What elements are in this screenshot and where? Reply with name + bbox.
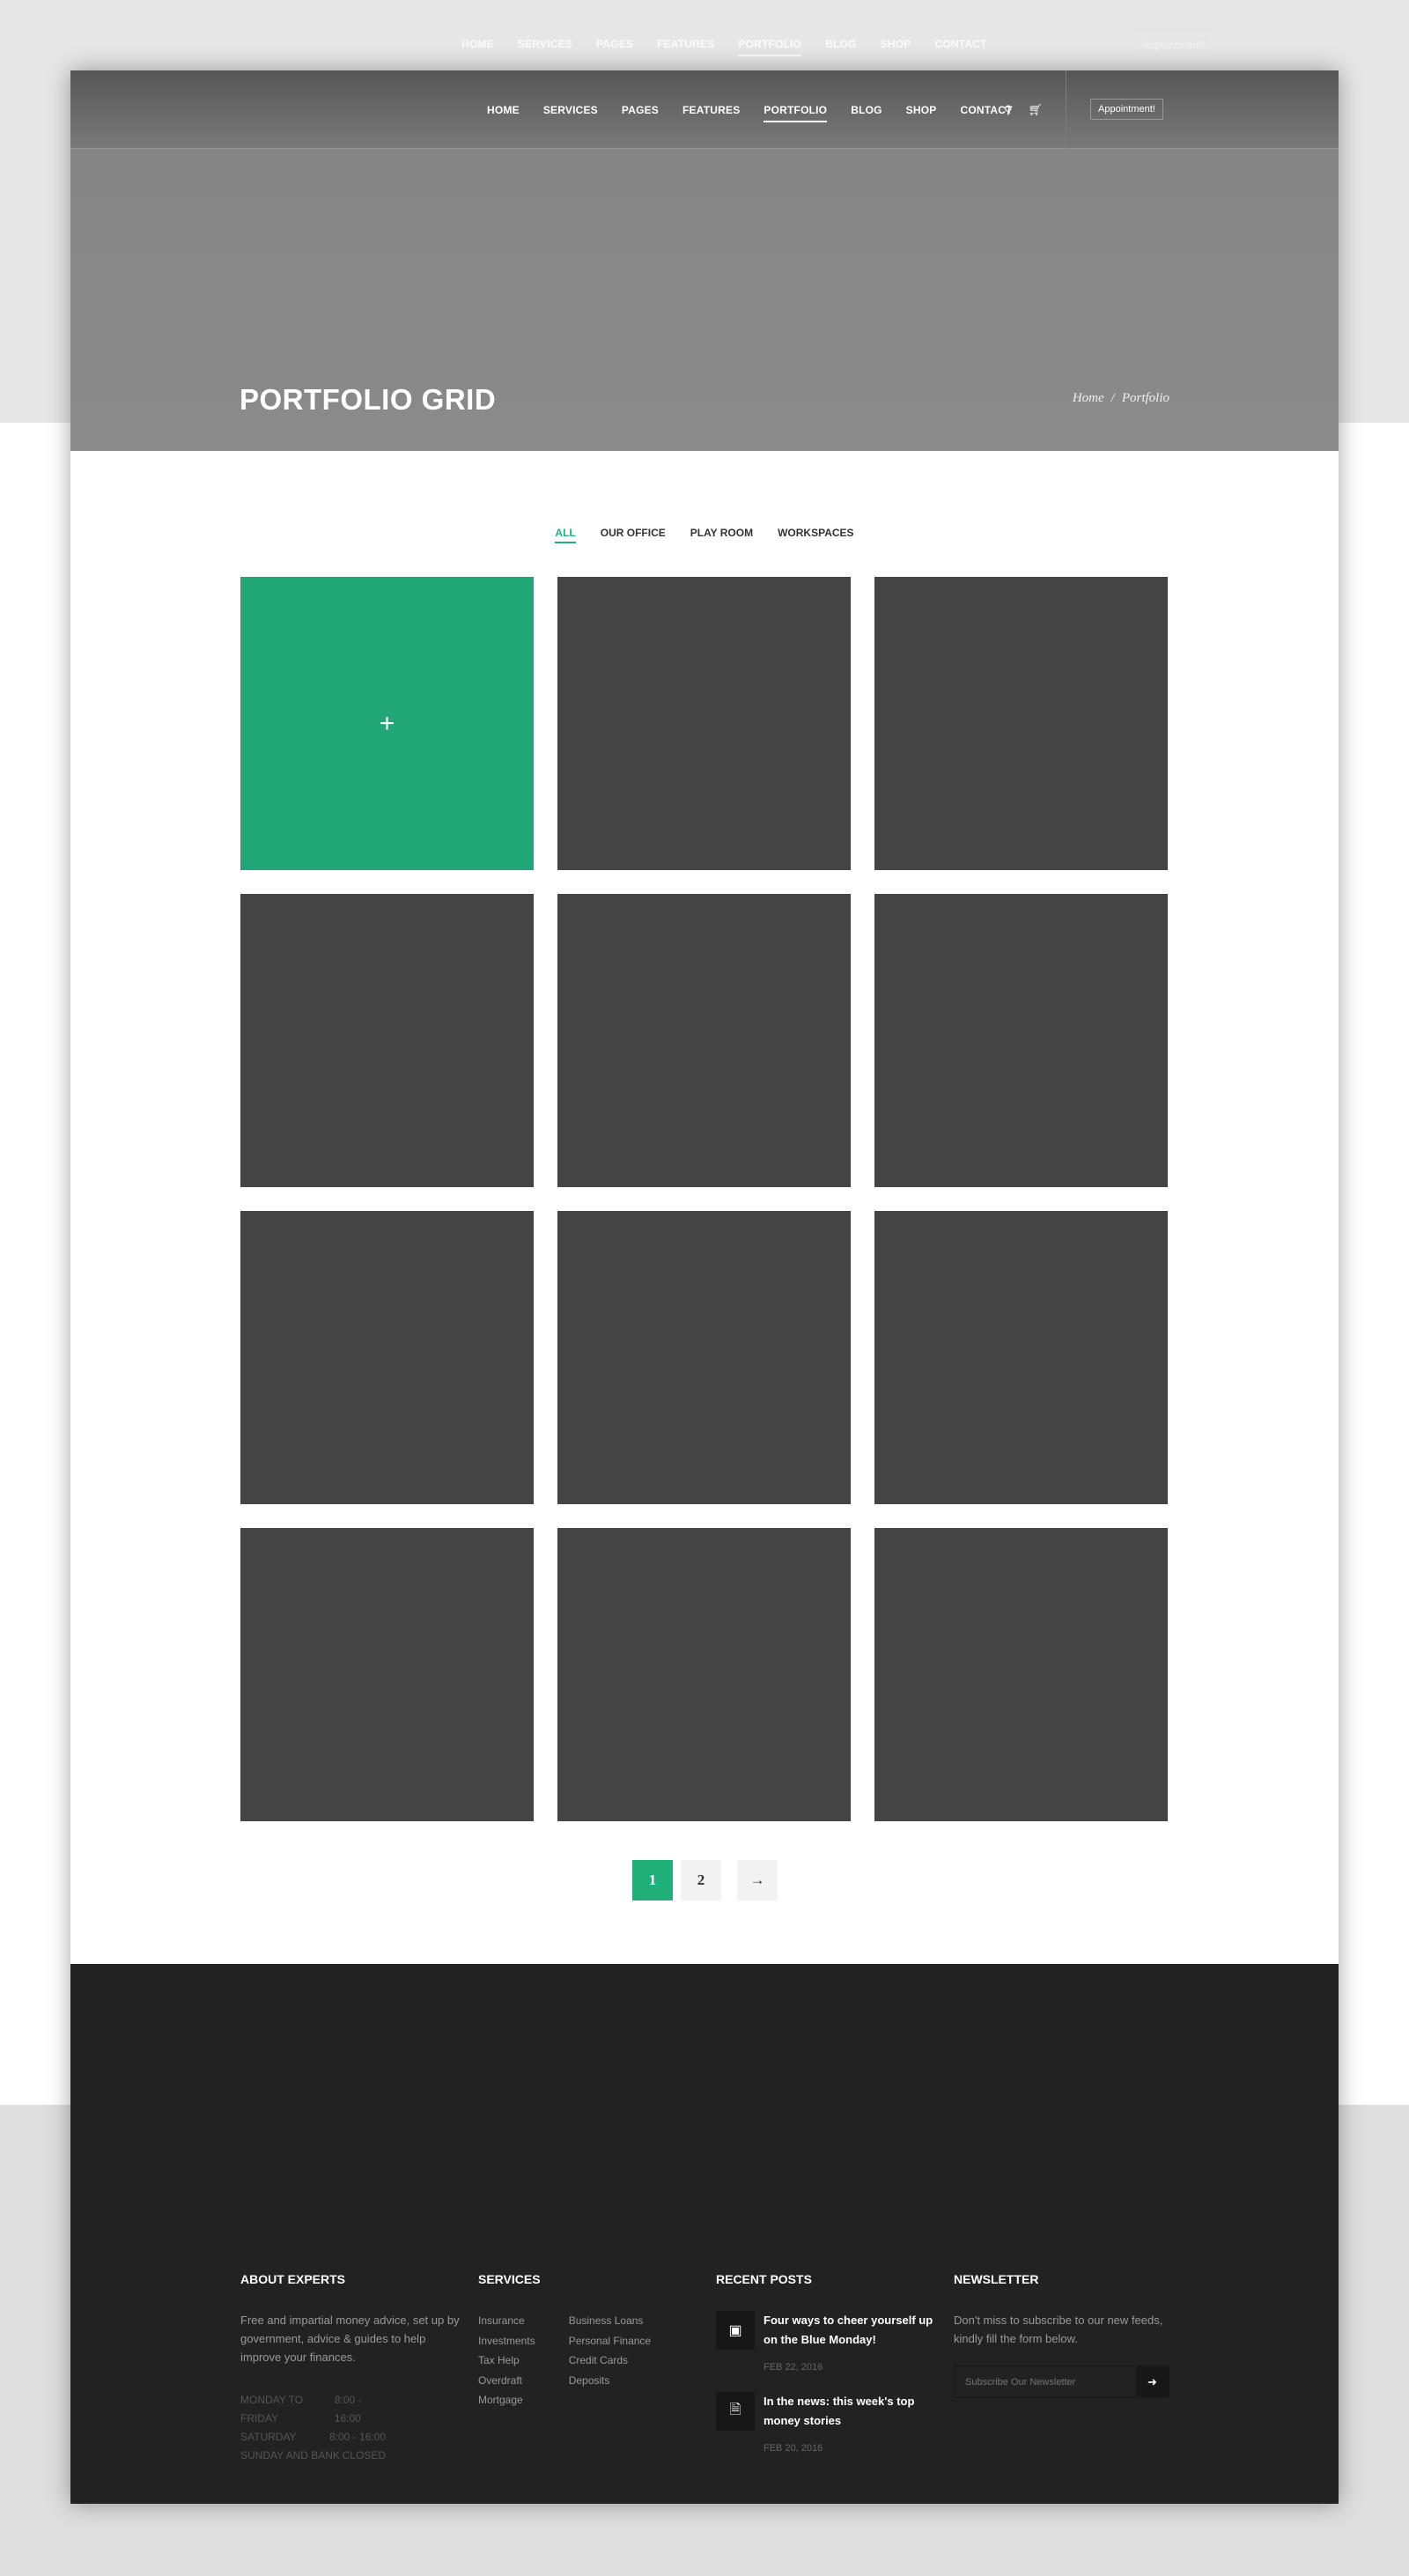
post-title[interactable]: In the news: this week's top money stori…: [764, 2392, 936, 2431]
breadcrumb-home[interactable]: Home: [1073, 391, 1104, 405]
nav-item-shop: SHOP: [880, 38, 911, 50]
nav-item-features: FEATURES: [657, 38, 715, 50]
hours-row: MONDAY TO FRIDAY 8:00 - 16:00: [240, 2391, 386, 2428]
main-nav: HOME SERVICES PAGES FEATURES PORTFOLIO BLOG SH…: [487, 100, 1036, 122]
breadcrumb-current: Portfolio: [1121, 391, 1169, 405]
post-item[interactable]: 🗎︎ In the news: this week's top money st…: [716, 2392, 936, 2454]
portfolio-item[interactable]: [557, 1211, 851, 1504]
service-link[interactable]: Investments: [478, 2331, 535, 2351]
portfolio-item[interactable]: [240, 1211, 534, 1504]
post-date: FEB 22, 2016: [764, 2362, 823, 2373]
service-link[interactable]: Overdraft: [478, 2371, 535, 2391]
portfolio-item[interactable]: [874, 1211, 1168, 1504]
background-nav: HOME SERVICES PAGES FEATURES PORTFOLIO BLOG SH…: [0, 33, 1409, 56]
nav-item-portfolio[interactable]: PORTFOLIO: [764, 100, 827, 122]
portfolio-item[interactable]: [557, 894, 851, 1187]
service-link[interactable]: Tax Help: [478, 2351, 535, 2371]
breadcrumb-separator: /: [1110, 391, 1115, 405]
portfolio-item[interactable]: [240, 1528, 534, 1821]
page-2-button[interactable]: 2: [681, 1860, 721, 1901]
breadcrumb: Home / Portfolio: [1073, 391, 1169, 406]
appointment-button[interactable]: Appointment!: [1090, 99, 1163, 120]
opening-hours: MONDAY TO FRIDAY 8:00 - 16:00 SATURDAY 8:00…: [240, 2391, 461, 2465]
footer: ABOUT EXPERTS Free and impartial money a…: [70, 1964, 1339, 2504]
background-nav-menu: HOME SERVICES PAGES FEATURES PORTFOLIO BLOG SH…: [461, 33, 1011, 56]
background-appointment: Appointment!: [1136, 33, 1211, 56]
hours-day: SATURDAY: [240, 2431, 297, 2443]
nav-item-contact: CONTACT: [934, 38, 987, 50]
page-card: HOME SERVICES PAGES FEATURES PORTFOLIO BLOG SH…: [70, 70, 1339, 2504]
portfolio-item[interactable]: +: [240, 577, 534, 870]
service-link[interactable]: Deposits: [569, 2371, 651, 2391]
services-list: Business Loans Personal Finance Credit Car…: [569, 2311, 651, 2410]
post-title[interactable]: Four ways to cheer yourself up on the Bl…: [764, 2311, 936, 2350]
cart-icon[interactable]: 🛒︎: [1029, 100, 1044, 121]
filter-our-office[interactable]: OUR OFFICE: [601, 527, 666, 543]
hours-day: SUNDAY AND BANK: [240, 2449, 340, 2462]
portfolio-item[interactable]: [557, 1528, 851, 1821]
nav-item-portfolio: PORTFOLIO: [738, 33, 801, 56]
page-1-button[interactable]: 1: [632, 1860, 673, 1901]
pagination: 1 2 →: [632, 1860, 778, 1901]
nav-item-home: HOME: [461, 38, 494, 50]
nav-item-services[interactable]: SERVICES: [543, 100, 598, 121]
filter-all[interactable]: ALL: [555, 527, 576, 543]
footer-heading: RECENT POSTS: [716, 2272, 812, 2286]
hours-row: SUNDAY AND BANK CLOSED: [240, 2447, 386, 2465]
footer-recent-posts: RECENT POSTS ▣ Four ways to cheer yourse…: [716, 2272, 936, 2473]
nav-item-pages: PAGES: [595, 38, 634, 50]
footer-heading: NEWSLETTER: [954, 2272, 1039, 2286]
service-link[interactable]: Personal Finance: [569, 2331, 651, 2351]
hours-time: CLOSED: [342, 2449, 386, 2462]
document-icon: 🗎︎: [716, 2392, 755, 2431]
footer-heading: ABOUT EXPERTS: [240, 2272, 346, 2286]
service-link[interactable]: Mortgage: [478, 2390, 535, 2410]
nav-item-blog: BLOG: [825, 38, 857, 50]
plus-icon: +: [379, 708, 395, 738]
service-link[interactable]: Insurance: [478, 2311, 535, 2331]
about-text: Free and impartial money advice, set up …: [240, 2314, 460, 2364]
page-title: PORTFOLIO GRID: [240, 383, 497, 416]
services-list: Insurance Investments Tax Help Overdraft Mor…: [478, 2311, 535, 2410]
filter-workspaces[interactable]: WORKSPACES: [778, 527, 853, 543]
footer-services: SERVICES Insurance Investments Tax Help Ove…: [478, 2272, 698, 2410]
hours-time: 8:00 - 16:00: [334, 2394, 362, 2425]
footer-newsletter: NEWSLETTER Don't miss to subscribe to ou…: [954, 2272, 1174, 2398]
post-date: FEB 20, 2016: [764, 2443, 823, 2454]
portfolio-item[interactable]: [874, 894, 1168, 1187]
nav-item-home[interactable]: HOME: [487, 100, 520, 121]
portfolio-item[interactable]: [874, 1528, 1168, 1821]
navbar: HOME SERVICES PAGES FEATURES PORTFOLIO BLOG SH…: [70, 70, 1339, 150]
next-page-button[interactable]: →: [737, 1860, 778, 1901]
nav-item-shop[interactable]: SHOP: [906, 100, 937, 121]
hero: HOME SERVICES PAGES FEATURES PORTFOLIO BLOG SH…: [70, 70, 1339, 451]
portfolio-filters: ALL OUR OFFICE PLAY ROOM WORKSPACES: [70, 527, 1339, 543]
hours-day: MONDAY TO FRIDAY: [240, 2394, 304, 2425]
footer-about: ABOUT EXPERTS Free and impartial money a…: [240, 2272, 461, 2465]
newsletter-email-input[interactable]: [955, 2366, 1136, 2397]
service-link[interactable]: Credit Cards: [569, 2351, 651, 2371]
nav-item-blog[interactable]: BLOG: [851, 100, 882, 121]
footer-heading: SERVICES: [478, 2272, 541, 2286]
filter-play-room[interactable]: PLAY ROOM: [690, 527, 753, 543]
hours-row: SATURDAY 8:00 - 16:00: [240, 2428, 386, 2447]
portfolio-item[interactable]: [874, 577, 1168, 870]
portfolio-grid: +: [240, 577, 1168, 1821]
portfolio-item[interactable]: [557, 577, 851, 870]
newsletter-text: Don't miss to subscribe to our new feeds…: [954, 2314, 1163, 2345]
newsletter-submit-button[interactable]: ➜: [1136, 2366, 1169, 2397]
search-icon[interactable]: ⚲: [1004, 100, 1013, 121]
nav-item-services: SERVICES: [517, 38, 572, 50]
image-icon: ▣: [716, 2311, 755, 2350]
portfolio-item[interactable]: [240, 894, 534, 1187]
hours-time: 8:00 - 16:00: [328, 2431, 386, 2443]
newsletter-form: ➜: [954, 2366, 1169, 2398]
nav-item-features[interactable]: FEATURES: [682, 100, 740, 121]
nav-item-pages[interactable]: PAGES: [622, 100, 659, 121]
post-item[interactable]: ▣ Four ways to cheer yourself up on the …: [716, 2311, 936, 2373]
service-link[interactable]: Business Loans: [569, 2311, 651, 2331]
